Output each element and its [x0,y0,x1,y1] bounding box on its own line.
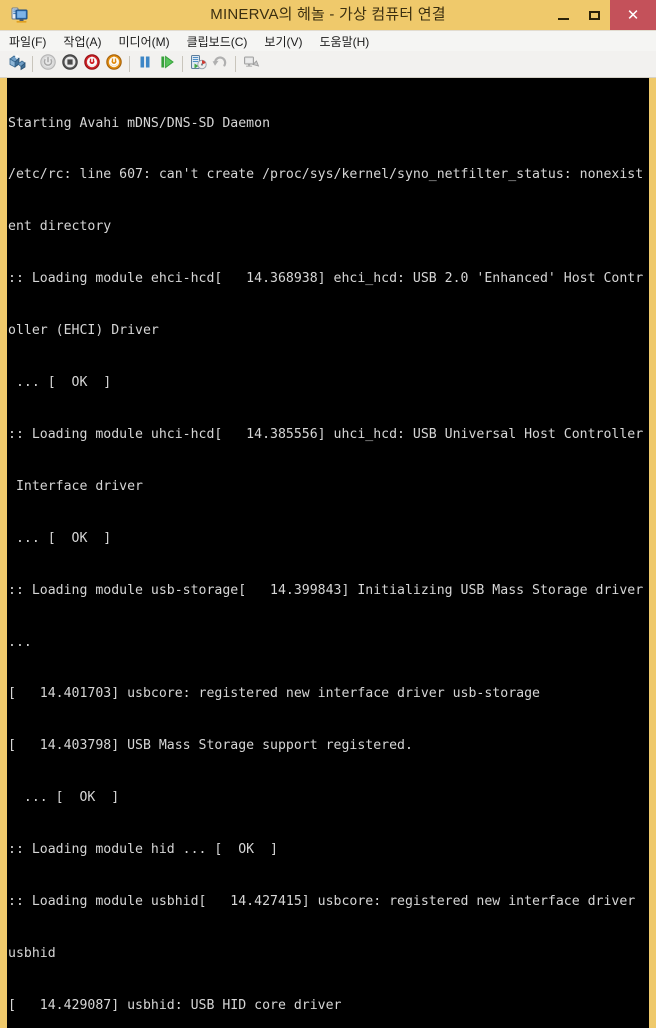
shut-down-icon [61,53,79,76]
toolbar-enhanced-session-button[interactable] [240,53,262,75]
enhanced-session-icon [242,53,260,76]
terminal-line: [ 14.403798] USB Mass Storage support re… [8,738,413,754]
terminal-line: ... [ OK ] [8,375,112,391]
close-icon: ✕ [626,6,640,24]
title-bar: MINERVA의 헤놀 - 가상 컴퓨터 연결 ✕ [0,0,656,30]
toolbar-separator [182,56,183,72]
toolbar-separator [129,56,130,72]
minimize-icon [558,17,569,20]
terminal-line: :: Loading module hid ... [ OK ] [8,842,278,858]
close-button[interactable]: ✕ [610,0,656,30]
toolbar-resume-button[interactable] [156,53,178,75]
checkpoint-icon [189,53,207,76]
toolbar-revert-button[interactable] [209,53,231,75]
toolbar [0,51,656,78]
toolbar-ctrl-alt-del-button[interactable] [6,53,28,75]
virtual-machine-icon [9,5,31,27]
terminal-line: /etc/rc: line 607: can't create /proc/sy… [8,167,644,183]
terminal-line: [ 14.401703] usbcore: registered new int… [8,686,540,702]
toolbar-power-off-button[interactable] [37,53,59,75]
terminal-line: :: Loading module usb-storage[ 14.399843… [8,582,644,598]
terminal-line: ... [ OK ] [8,530,112,546]
terminal-line: oller (EHCI) Driver [8,323,159,339]
toolbar-start-button[interactable] [103,53,125,75]
toolbar-reset-button[interactable] [81,53,103,75]
menu-action[interactable]: 작업(A) [63,33,109,50]
terminal-line: :: Loading module usbhid[ 14.427415] usb… [8,893,644,909]
terminal-console[interactable]: Starting Avahi mDNS/DNS-SD Daemon /etc/r… [7,78,649,1028]
menu-clipboard[interactable]: 클립보드(C) [187,33,256,50]
maximize-button[interactable] [579,0,610,30]
terminal-line: :: Loading module uhci-hcd[ 14.385556] u… [8,426,644,442]
terminal-line: ... [8,634,32,650]
reset-icon [83,53,101,76]
pause-icon [136,53,154,76]
terminal-line: [ 14.429087] usbhid: USB HID core driver [8,997,342,1013]
vm-connection-window: MINERVA의 헤놀 - 가상 컴퓨터 연결 ✕ 파일(F) 작업(A) 미디… [0,0,656,1028]
resume-icon [158,53,176,76]
terminal-line: usbhid [8,945,56,961]
menu-file[interactable]: 파일(F) [9,33,54,50]
revert-icon [211,53,229,76]
toolbar-separator [235,56,236,72]
toolbar-shut-down-button[interactable] [59,53,81,75]
terminal-line: Interface driver [8,478,143,494]
caption-buttons: ✕ [548,0,656,30]
menu-help[interactable]: 도움말(H) [320,33,378,50]
terminal-line: ent directory [8,219,112,235]
start-icon [105,53,123,76]
toolbar-pause-button[interactable] [134,53,156,75]
terminal-line: ... [ OK ] [8,790,120,806]
toolbar-separator [32,56,33,72]
terminal-line: :: Loading module ehci-hcd[ 14.368938] e… [8,271,644,287]
menu-media[interactable]: 미디어(M) [118,33,177,50]
ctrl-alt-del-icon [8,53,26,76]
terminal-line: Starting Avahi mDNS/DNS-SD Daemon [8,115,271,131]
menu-view[interactable]: 보기(V) [264,33,310,50]
power-off-icon [39,53,57,76]
vm-display-area: Starting Avahi mDNS/DNS-SD Daemon /etc/r… [0,78,656,1028]
maximize-icon [589,10,600,20]
toolbar-checkpoint-button[interactable] [187,53,209,75]
minimize-button[interactable] [548,0,579,30]
menu-bar: 파일(F) 작업(A) 미디어(M) 클립보드(C) 보기(V) 도움말(H) [0,30,656,51]
